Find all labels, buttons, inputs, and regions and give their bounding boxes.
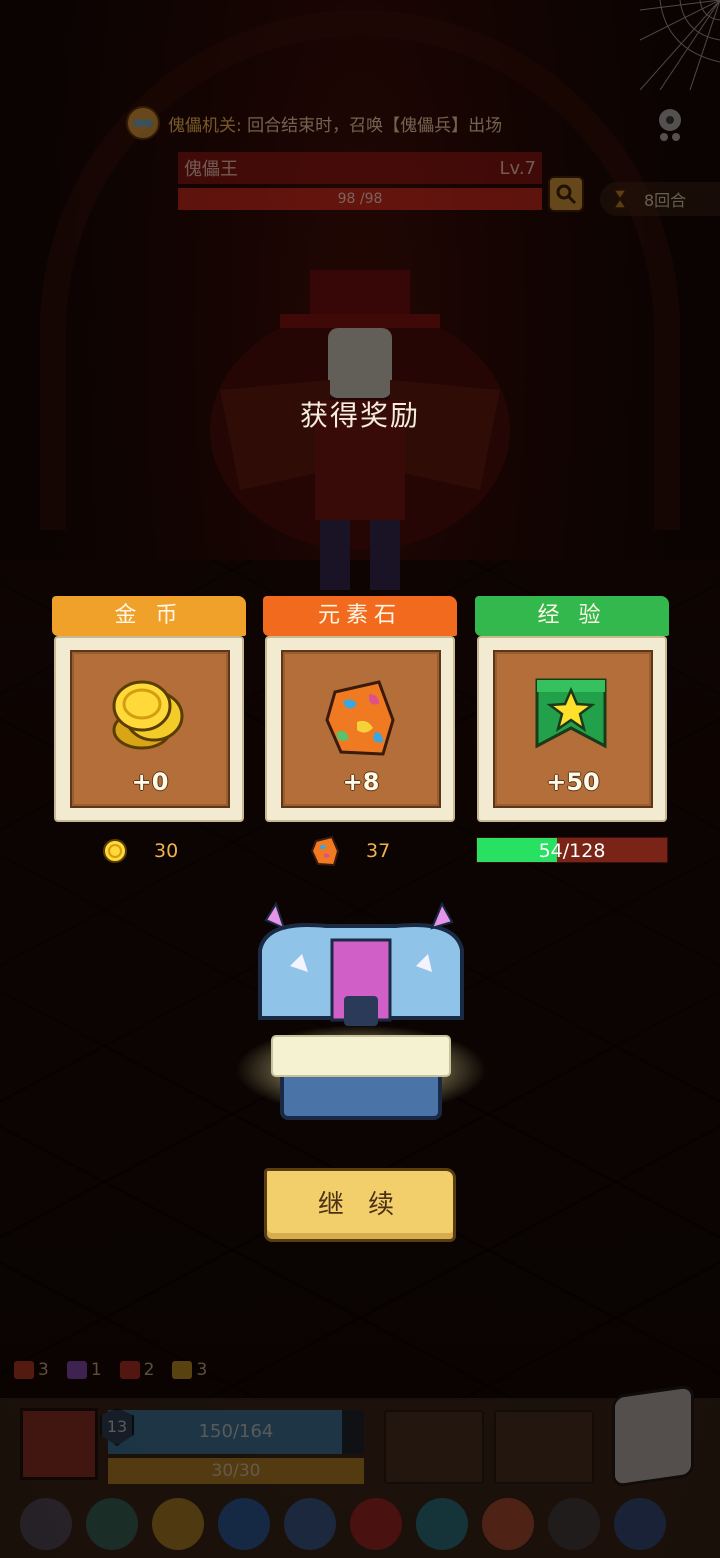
stat-value: 2	[143, 1360, 155, 1380]
skill-slot[interactable]	[384, 1410, 484, 1484]
relic-icon[interactable]	[20, 1498, 72, 1550]
gold-coin-icon	[112, 680, 184, 750]
reward-card-label: 经 验	[475, 596, 669, 636]
strength-icon	[14, 1361, 34, 1379]
avatar[interactable]	[20, 1408, 98, 1480]
relic-icon[interactable]	[152, 1498, 204, 1550]
stat-value: 1	[90, 1360, 102, 1380]
player-hp-bar: 150/164	[108, 1410, 364, 1454]
element-stone-icon	[325, 680, 395, 756]
player-mp-bar: 30/30	[108, 1458, 364, 1484]
spider-web-decoration	[640, 0, 720, 90]
experience-progress-bar: 54/128	[476, 837, 668, 863]
turn-hourglass-icon	[612, 189, 628, 209]
reward-card-gold: 金 币 +0	[52, 596, 246, 826]
gold-total-value: 30	[154, 840, 179, 862]
reward-card-element-stone: 元素石 +8	[263, 596, 457, 826]
luck-icon	[172, 1361, 193, 1379]
turn-text: 8回合	[644, 191, 687, 210]
skill-name: 傀儡机关:	[168, 115, 242, 136]
element-stone-total: 37	[308, 834, 390, 868]
magic-icon	[66, 1361, 87, 1379]
relic-icon[interactable]	[548, 1498, 600, 1550]
settings-gear-icon[interactable]	[650, 104, 690, 144]
reward-card-label: 金 币	[52, 596, 246, 636]
resource-totals: 30 37 54/128	[52, 834, 669, 868]
element-stone-icon	[310, 835, 340, 867]
boss-hp-bar: 98 /98	[178, 188, 542, 210]
reward-card-label: 元素石	[263, 596, 457, 636]
turn-counter: 8回合	[600, 182, 720, 216]
dice-icon[interactable]	[612, 1384, 694, 1488]
element-stone-total-value: 37	[366, 840, 391, 862]
fury-icon	[119, 1361, 140, 1379]
boss-level: Lv.7	[499, 157, 536, 179]
inspect-icon	[556, 184, 577, 205]
continue-button[interactable]: 继 续	[264, 1168, 456, 1242]
relic-icon[interactable]	[614, 1498, 666, 1550]
relic-icon[interactable]	[482, 1498, 534, 1550]
skill-description: 回合结束时，召唤【傀儡兵】出场	[247, 115, 503, 136]
gold-total: 30	[102, 834, 178, 868]
bottom-hud: 3 1 2 3 150/164 1 3 30/30	[0, 1356, 720, 1558]
relic-icon[interactable]	[350, 1498, 402, 1550]
gold-coin-icon	[103, 839, 127, 863]
relic-icon[interactable]	[416, 1498, 468, 1550]
experience-progress-text: 54/128	[538, 840, 606, 862]
status-stats: 3 1 2 3	[14, 1360, 207, 1380]
treasure-chest-icon	[236, 901, 486, 1120]
relic-icon[interactable]	[218, 1498, 270, 1550]
relic-icon[interactable]	[86, 1498, 138, 1550]
reward-title: 获得奖励	[299, 399, 420, 432]
reward-amount-experience: +50	[546, 768, 600, 796]
top-hud: 傀儡机关: 回合结束时，召唤【傀儡兵】出场 傀儡王 Lv.7 98 /98 8回…	[0, 100, 720, 230]
experience-star-flag-icon	[535, 678, 607, 749]
relic-bar	[20, 1498, 666, 1550]
boss-skill-info: 傀儡机关: 回合结束时，召唤【傀儡兵】出场	[126, 106, 502, 140]
relic-icon[interactable]	[284, 1498, 336, 1550]
boss-name: 傀儡王	[184, 159, 238, 180]
skill-mask-icon	[126, 106, 160, 140]
reward-cards: 金 币 +0 元素石 +8 经 验 +50	[52, 596, 669, 826]
boss-status: 傀儡王 Lv.7 98 /98	[178, 152, 542, 212]
inspect-button[interactable]	[548, 176, 584, 212]
player-hp-text: 150/164	[198, 1421, 274, 1442]
reward-amount-gold: +0	[131, 768, 169, 796]
skill-slot[interactable]	[494, 1410, 594, 1484]
reward-amount-element-stone: +8	[342, 768, 380, 796]
stat-value: 3	[38, 1360, 49, 1380]
reward-card-experience: 经 验 +50	[475, 596, 669, 826]
stat-value: 3	[196, 1360, 208, 1380]
